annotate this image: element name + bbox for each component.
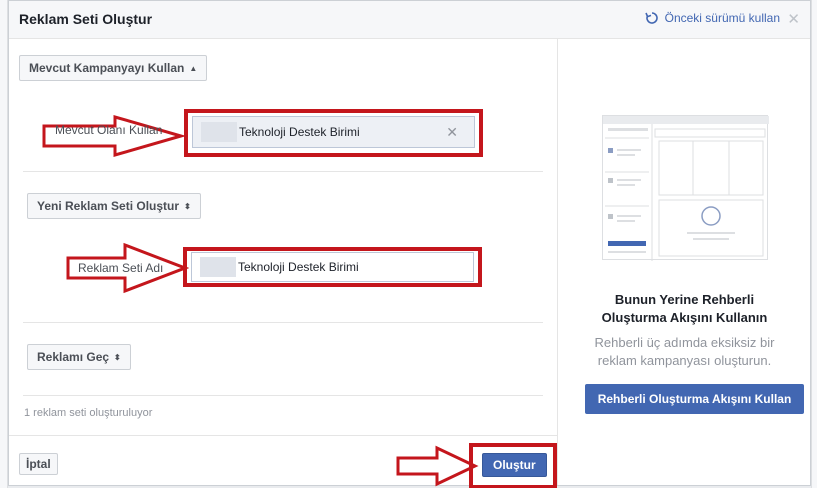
adset-name-input[interactable]: Teknoloji Destek Birimi	[191, 252, 474, 282]
sort-caret-icon: ⬍	[184, 201, 191, 211]
campaign-mode-dropdown[interactable]: Mevcut Kampanyayı Kullan ▲	[19, 55, 208, 81]
close-icon[interactable]: ✕	[787, 10, 800, 28]
create-button[interactable]: Oluştur	[482, 453, 547, 477]
clear-icon[interactable]: ✕	[446, 124, 458, 141]
adset-mode-dropdown[interactable]: Yeni Reklam Seti Oluştur ⬍	[27, 193, 201, 219]
dialog-header: Reklam Seti Oluştur Önceki sürümü kullan…	[9, 1, 810, 39]
layout-preview-illustration	[603, 116, 769, 261]
create-adset-dialog: Reklam Seti Oluştur Önceki sürümü kullan…	[8, 0, 811, 488]
guided-title-line2: Oluşturma Akışını Kullanın	[601, 310, 768, 325]
ad-mode-label: Reklamı Geç	[37, 350, 110, 364]
divider	[23, 322, 543, 323]
existing-campaign-label: Mevcut Olanı Kullan	[55, 123, 163, 137]
form-panel: Mevcut Kampanyayı Kullan ▲ Mevcut Olanı …	[9, 39, 557, 488]
adset-name-label: Reklam Seti Adı	[78, 261, 164, 275]
guided-title-line1: Bunun Yerine Rehberli	[614, 292, 755, 307]
background-page-right	[811, 0, 817, 488]
campaign-token-field[interactable]: Teknoloji Destek Birimi ✕	[192, 116, 475, 148]
sort-caret-icon: ⬍	[114, 352, 121, 362]
campaign-name-value: Teknoloji Destek Birimi	[239, 125, 360, 139]
guided-illustration	[602, 115, 769, 261]
guided-title: Bunun Yerine Rehberli Oluşturma Akışını …	[558, 291, 811, 327]
ad-mode-dropdown[interactable]: Reklamı Geç ⬍	[27, 344, 131, 370]
status-text: 1 reklam seti oluşturuluyor	[24, 407, 153, 419]
previous-version-link[interactable]: Önceki sürümü kullan	[644, 11, 780, 25]
guided-desc-line2: reklam kampanyası oluşturun.	[597, 353, 772, 368]
divider	[23, 395, 543, 396]
guided-desc-line1: Rehberli üç adımda eksiksiz bir	[594, 335, 775, 350]
campaign-mode-label: Mevcut Kampanyayı Kullan	[29, 61, 185, 75]
history-icon	[644, 12, 658, 24]
previous-version-label: Önceki sürümü kullan	[664, 11, 780, 25]
adset-thumbnail	[200, 257, 236, 277]
adset-name-value: Teknoloji Destek Birimi	[238, 260, 359, 274]
dialog-title: Reklam Seti Oluştur	[19, 11, 153, 27]
cancel-button[interactable]: İptal	[19, 453, 58, 475]
adset-mode-label: Yeni Reklam Seti Oluştur	[37, 199, 180, 213]
guided-description: Rehberli üç adımda eksiksiz bir reklam k…	[558, 334, 811, 370]
footer-divider	[9, 435, 557, 436]
sort-caret-icon: ▲	[189, 63, 198, 73]
guided-creation-button[interactable]: Rehberli Oluşturma Akışını Kullan	[585, 384, 804, 414]
guided-creation-panel: Bunun Yerine Rehberli Oluşturma Akışını …	[557, 39, 810, 485]
annotation-arrow-3	[396, 445, 479, 487]
background-page-left	[0, 0, 8, 488]
divider	[23, 171, 543, 172]
campaign-thumbnail	[201, 122, 237, 142]
